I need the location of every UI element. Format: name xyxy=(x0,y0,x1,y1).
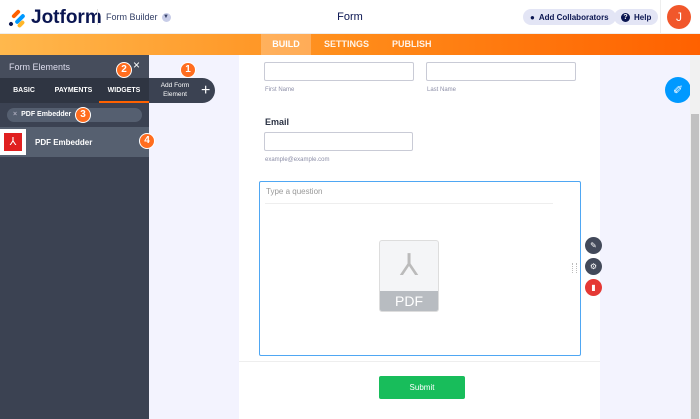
first-name-input[interactable] xyxy=(264,62,414,81)
submit-button[interactable]: Submit xyxy=(379,376,465,399)
pdf-icon: ⅄ xyxy=(0,129,26,155)
first-name-sublabel: First Name xyxy=(265,87,295,93)
step-badge: 2 xyxy=(116,62,132,78)
widget-item-label: PDF Embedder xyxy=(35,137,93,147)
add-form-element-button[interactable]: Add Form Element + xyxy=(149,78,215,103)
logo-text: Jotform xyxy=(31,7,102,28)
help-button[interactable]: ? Help xyxy=(614,9,659,25)
form-elements-panel: Form Elements × BASIC PAYMENTS WIDGETS × P… xyxy=(0,55,149,419)
form-builder-menu[interactable]: Form Builder ▼ xyxy=(106,12,171,22)
step-badge: 4 xyxy=(139,133,155,149)
divider xyxy=(97,9,98,25)
pdf-text: PDF xyxy=(380,291,438,311)
question-label-input[interactable]: Type a question xyxy=(266,187,322,196)
search-value: PDF Embedder xyxy=(21,111,72,118)
last-name-sublabel: Last Name xyxy=(427,87,457,93)
avatar[interactable]: J xyxy=(667,5,691,29)
canvas-background xyxy=(149,55,239,419)
clear-icon[interactable]: × xyxy=(13,111,17,118)
plus-icon: + xyxy=(201,81,211,99)
divider xyxy=(660,0,661,34)
top-header: Jotform Form Builder ▼ Form ● Add Collabor… xyxy=(0,0,700,34)
tab-settings[interactable]: SETTINGS xyxy=(311,34,382,55)
help-label: Help xyxy=(634,12,652,22)
scrollbar-thumb[interactable] xyxy=(691,114,699,419)
help-icon: ? xyxy=(621,12,630,22)
tab-publish[interactable]: PUBLISH xyxy=(379,34,445,55)
widget-item-pdf-embedder[interactable]: ⅄ PDF Embedder xyxy=(0,127,149,157)
user-icon: ● xyxy=(530,12,535,22)
drag-handle-icon[interactable] xyxy=(572,263,577,273)
step-badge: 1 xyxy=(180,62,196,78)
pdf-placeholder-icon: ⅄ PDF xyxy=(379,240,439,312)
tab-build[interactable]: BUILD xyxy=(261,34,311,55)
logo-mark-icon xyxy=(8,9,27,29)
tab-payments[interactable]: PAYMENTS xyxy=(48,78,99,103)
email-label: Email xyxy=(265,117,290,127)
trash-icon[interactable]: ▮ xyxy=(585,279,602,296)
tab-widgets[interactable]: WIDGETS xyxy=(99,78,149,103)
gear-icon[interactable]: ⚙ xyxy=(585,258,602,275)
email-sublabel: example@example.com xyxy=(265,157,330,163)
email-input[interactable] xyxy=(264,132,413,151)
close-icon[interactable]: × xyxy=(133,58,140,72)
divider xyxy=(265,203,553,204)
panel-title: Form Elements xyxy=(9,62,71,72)
app-menu-label: Form Builder xyxy=(106,12,158,22)
panel-tabs: BASIC PAYMENTS WIDGETS xyxy=(0,78,149,103)
divider xyxy=(239,361,600,362)
add-collaborators-button[interactable]: ● Add Collaborators xyxy=(523,9,616,25)
chevron-down-icon: ▼ xyxy=(161,12,171,22)
form-designer-paint-icon[interactable]: ✐ xyxy=(665,77,691,103)
builder-nav: BUILD SETTINGS PUBLISH xyxy=(0,34,700,55)
jotform-logo[interactable]: Jotform xyxy=(8,7,102,29)
tab-basic[interactable]: BASIC xyxy=(0,78,48,103)
pdf-embedder-field[interactable]: Type a question ⅄ PDF xyxy=(259,181,581,356)
step-badge: 3 xyxy=(75,107,91,123)
add-collaborators-label: Add Collaborators xyxy=(538,12,609,22)
add-form-element-label: Add Form Element xyxy=(160,82,190,98)
wand-icon[interactable]: ✎ xyxy=(585,237,602,254)
last-name-input[interactable] xyxy=(426,62,576,81)
